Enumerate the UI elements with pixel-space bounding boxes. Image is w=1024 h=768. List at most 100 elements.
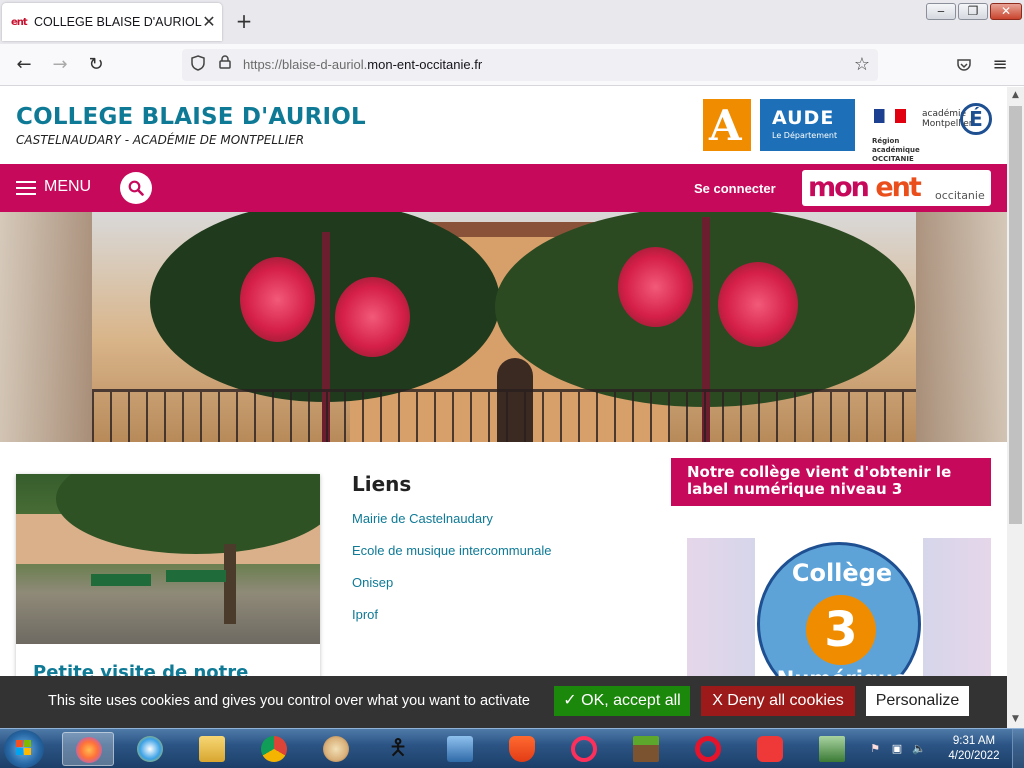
page-scrollbar[interactable]: ▲ ▼: [1007, 87, 1024, 728]
lock-icon[interactable]: [215, 55, 235, 75]
cookie-message: This site uses cookies and gives you con…: [48, 693, 530, 709]
aude-logo-mark: A: [703, 99, 751, 151]
taskbar-network-app[interactable]: [806, 732, 858, 766]
badge-level-number: 3: [806, 595, 876, 665]
tracking-shield-icon[interactable]: [188, 55, 208, 75]
link-iprof[interactable]: Iprof: [352, 607, 378, 622]
site-menu-bar: MENU Se connecter mon ent occitanie: [0, 164, 1007, 212]
windows-logo-icon: [16, 740, 32, 756]
hero-flower-basket: [718, 262, 798, 347]
network-monitor-icon: [819, 736, 845, 762]
site-favicon-icon: ent: [11, 17, 28, 28]
search-icon: [128, 180, 144, 196]
window-maximize-button[interactable]: ❐: [958, 3, 988, 20]
news-title[interactable]: Notre collège vient d'obtenir le label n…: [687, 464, 983, 498]
scroll-thumb[interactable]: [1009, 106, 1022, 524]
hamburger-menu-icon[interactable]: [16, 181, 36, 195]
paint-palette-icon: [323, 736, 349, 762]
browser-tab-active[interactable]: ent COLLEGE BLAISE D'AURIOL ✕: [2, 3, 222, 41]
show-desktop-button[interactable]: [1012, 729, 1024, 768]
login-link[interactable]: Se connecter: [694, 181, 776, 196]
browser-nav-bar: ← → ↻ https://blaise-d-auriol.mon-ent-oc…: [0, 44, 1024, 86]
taskbar-chrome[interactable]: [248, 732, 300, 766]
link-mairie[interactable]: Mairie de Castelnaudary: [352, 511, 493, 526]
accept-cookies-button[interactable]: ✓ OK, accept all: [554, 686, 690, 716]
taskbar-internet-explorer[interactable]: [124, 732, 176, 766]
new-tab-button[interactable]: +: [234, 11, 254, 33]
tray-volume-icon[interactable]: 🔈: [912, 742, 926, 756]
brave-icon: [509, 736, 535, 762]
french-flag-icon: [874, 109, 906, 123]
site-subtitle: CASTELNAUDARY - ACADÉMIE DE MONTPELLIER: [16, 133, 305, 147]
bookmark-star-icon[interactable]: ☆: [852, 55, 872, 75]
taskbar-stickman-app[interactable]: 🯅: [372, 732, 424, 766]
ie-icon: [137, 736, 163, 762]
aude-logo-name: AUDE: [772, 107, 835, 129]
links-heading: Liens: [352, 472, 412, 496]
windows-taskbar: 🯅 ⚑ ▣ 🔈 9:31 AM 4/20/2022: [0, 728, 1024, 768]
window-minimize-button[interactable]: ‒: [926, 3, 956, 20]
taskbar-file-explorer[interactable]: [186, 732, 238, 766]
ent-logo-subtitle: occitanie: [935, 189, 985, 202]
web-page: COLLEGE BLAISE D'AURIOL CASTELNAUDARY - …: [0, 87, 1007, 728]
hero-fence: [92, 389, 916, 442]
aude-department-logo[interactable]: A AUDE Le Département: [703, 99, 855, 151]
academie-label: académie Montpellier: [922, 109, 973, 129]
hero-flower-basket: [618, 247, 693, 327]
link-onisep[interactable]: Onisep: [352, 575, 393, 590]
taskbar-paint[interactable]: [310, 732, 362, 766]
minecraft-icon: [633, 736, 659, 762]
academie-emblem-icon: É: [960, 103, 992, 135]
scroll-up-arrow-icon[interactable]: ▲: [1007, 87, 1024, 104]
folder-icon: [199, 736, 225, 762]
schoolyard-photo[interactable]: [16, 474, 320, 644]
chrome-icon: [261, 736, 287, 762]
hero-flower-basket: [335, 277, 410, 357]
hero-flower-basket: [240, 257, 315, 342]
browser-tab-bar: ent COLLEGE BLAISE D'AURIOL ✕ + ‒ ❐ ✕: [0, 0, 1024, 44]
stickman-icon: 🯅: [388, 736, 408, 761]
mon-ent-occitanie-logo[interactable]: mon ent occitanie: [802, 170, 991, 206]
hero-blur-left: [0, 212, 92, 442]
taskbar-firefox[interactable]: [62, 732, 114, 766]
site-title[interactable]: COLLEGE BLAISE D'AURIOL: [16, 104, 366, 130]
taskbar-minecraft[interactable]: [620, 732, 672, 766]
url-text[interactable]: https://blaise-d-auriol.mon-ent-occitani…: [243, 57, 482, 72]
academie-montpellier-logo[interactable]: académie Montpellier É: [922, 95, 994, 145]
taskbar-opera-gx[interactable]: [558, 732, 610, 766]
start-button[interactable]: [4, 730, 44, 768]
tray-flag-icon[interactable]: ⚑: [868, 742, 882, 756]
taskbar-vivaldi[interactable]: [744, 732, 796, 766]
cookie-banner: This site uses cookies and gives you con…: [0, 676, 1007, 728]
opera-icon: [695, 736, 721, 762]
window-close-button[interactable]: ✕: [990, 3, 1022, 20]
opera-gx-icon: [571, 736, 597, 762]
taskbar-control-panel[interactable]: [434, 732, 486, 766]
tray-network-icon[interactable]: ▣: [890, 742, 904, 756]
control-panel-icon: [447, 736, 473, 762]
taskbar-opera[interactable]: [682, 732, 734, 766]
reload-icon[interactable]: ↻: [84, 53, 108, 77]
hero-blur-right: [916, 212, 1007, 442]
taskbar-clock[interactable]: 9:31 AM 4/20/2022: [944, 734, 1004, 764]
firefox-icon: [76, 737, 102, 763]
url-bar[interactable]: https://blaise-d-auriol.mon-ent-occitani…: [182, 49, 878, 81]
badge-top-word: Collège: [791, 559, 893, 587]
news-heading-box[interactable]: Notre collège vient d'obtenir le label n…: [671, 458, 991, 506]
tab-close-icon[interactable]: ✕: [200, 13, 218, 31]
app-menu-icon[interactable]: ≡: [988, 53, 1012, 77]
personalize-cookies-button[interactable]: Personalize: [866, 686, 969, 716]
link-ecole-musique[interactable]: Ecole de musique intercommunale: [352, 543, 551, 558]
hero-school-photo: [0, 212, 1007, 442]
site-search-button[interactable]: [120, 172, 152, 204]
forward-icon[interactable]: →: [48, 53, 72, 77]
scroll-down-arrow-icon[interactable]: ▼: [1007, 711, 1024, 728]
ent-logo-text: mon ent: [808, 172, 922, 203]
pocket-icon[interactable]: [952, 53, 976, 77]
menu-button[interactable]: MENU: [44, 178, 91, 196]
back-icon[interactable]: ←: [12, 53, 36, 77]
taskbar-brave[interactable]: [496, 732, 548, 766]
vivaldi-icon: [757, 736, 783, 762]
tab-title: COLLEGE BLAISE D'AURIOL: [34, 15, 202, 29]
deny-cookies-button[interactable]: X Deny all cookies: [701, 686, 855, 716]
